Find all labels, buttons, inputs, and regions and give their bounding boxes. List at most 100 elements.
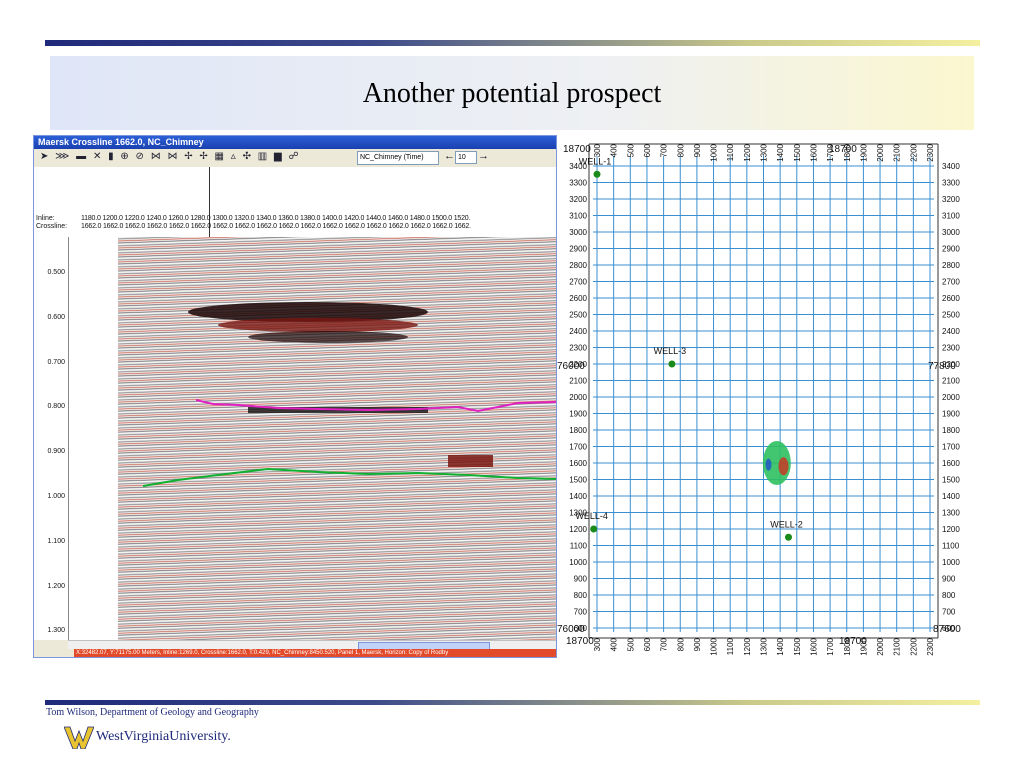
map-x-tick-bottom: 1100 [726, 637, 735, 655]
map-x-tick-top: 2300 [926, 143, 935, 161]
footer-text: Tom Wilson, Department of Geology and Ge… [46, 707, 259, 718]
map-y-tick-left: 2600 [569, 294, 587, 303]
map-x-tick-bottom: 1200 [743, 637, 752, 655]
seismic-overlay [142, 302, 556, 487]
inline-ticks: 1180.0 1200.0 1220.0 1240.0 1260.0 1280.… [81, 215, 471, 222]
seismic-window-title[interactable]: Maersk Crossline 1662.0, NC_Chimney [34, 136, 556, 149]
well-marker [784, 533, 792, 541]
well-label: WELL-3 [654, 346, 687, 356]
reflector-red [448, 455, 493, 467]
map-y-tick-left: 3300 [569, 179, 587, 188]
step-left-arrow-icon[interactable]: ← [444, 150, 455, 162]
map-y-tick-left: 2100 [569, 377, 587, 386]
step-right-arrow-icon[interactable]: → [478, 150, 489, 162]
toolbar-icons[interactable]: ➤ ⋙ ▬ ✕ ▮ ⊕ ⊘ ⋈ ⋈ ✢ ✢ ▦ ▵ ✣ ▥ ▆ ☍ [40, 151, 301, 162]
map-y-tick-left: 1700 [569, 443, 587, 452]
time-label: 0.900 [47, 448, 65, 456]
map-y-tick-right: 800 [942, 591, 956, 600]
map-y-tick-right: 3300 [942, 179, 960, 188]
map-x-tick-bottom: 300 [593, 637, 602, 651]
seismic-section[interactable] [118, 237, 556, 640]
time-label: 0.700 [47, 358, 65, 366]
map-y-tick-right: 2400 [942, 327, 960, 336]
map-y-tick-right: 2000 [942, 393, 960, 402]
horizon-lower-line [142, 467, 556, 487]
map-x-tick-top: 1100 [726, 143, 735, 161]
map-x-tick-top: 700 [660, 143, 669, 157]
attribute-select[interactable]: NC_Chimney (Time) [357, 151, 439, 165]
map-x-tick-top: 2000 [876, 143, 885, 161]
map-y-tick-left: 1800 [569, 426, 587, 435]
map-x-tick-bottom: 1400 [776, 637, 785, 655]
map-x-tick-top: 1300 [760, 143, 769, 161]
map-y-tick-left: 3000 [569, 228, 587, 237]
map-y-tick-right: 1300 [942, 509, 960, 518]
map-x-tick-top: 900 [693, 143, 702, 157]
status-bar: X:32482.07, Y:71175.00 Meters, Inline:12… [34, 649, 556, 657]
time-label: 0.800 [47, 403, 65, 411]
map-label-bottom-mid: 18700 [839, 636, 867, 647]
map-corner-bottom-left: 18700 [566, 636, 594, 647]
map-y-tick-right: 1500 [942, 476, 960, 485]
well-marker [590, 525, 598, 533]
prospect-anomaly-edge [765, 458, 772, 471]
seismic-body: 0.500 0.600 0.700 0.800 0.900 1.000 1.100 1.200… [34, 237, 556, 640]
top-accent-bar [45, 40, 980, 46]
map-x-tick-bottom: 2200 [909, 637, 918, 655]
step-input[interactable]: 10 [455, 151, 477, 164]
map-y-tick-right: 2700 [942, 278, 960, 287]
title-panel: Another potential prospect [50, 56, 974, 130]
map-x-tick-top: 500 [626, 143, 635, 157]
crossline-label: Crossline: [36, 223, 68, 230]
time-label: 0.500 [47, 269, 65, 276]
seismic-window: Maersk Crossline 1662.0, NC_Chimney ➤ ⋙ … [33, 135, 557, 658]
map-label-top-mid: 18700 [829, 144, 857, 155]
map-y-tick-left: 2000 [569, 393, 587, 402]
well-label: WELL-1 [579, 156, 612, 166]
map-y-tick-right: 2800 [942, 261, 960, 270]
map-x-tick-bottom: 1300 [760, 637, 769, 655]
map-x-tick-top: 1600 [809, 143, 818, 161]
map-x-tick-top: 1900 [859, 143, 868, 161]
wv-logo-icon [63, 726, 95, 750]
map-x-tick-bottom: 1000 [710, 637, 719, 655]
map-y-tick-left: 1500 [569, 476, 587, 485]
map-y-tick-right: 1100 [942, 542, 960, 551]
map-y-tick-left: 2300 [569, 344, 587, 353]
map-x-tick-top: 800 [676, 143, 685, 157]
map-y-tick-right: 1700 [942, 443, 960, 452]
map-y-tick-left: 2700 [569, 278, 587, 287]
wvu-logo-text: WestVirginiaUniversity. [96, 729, 231, 744]
map-x-tick-bottom: 1600 [809, 637, 818, 655]
map-x-tick-bottom: 2300 [926, 637, 935, 655]
map-x-tick-bottom: 2000 [876, 637, 885, 655]
map-y-tick-right: 2900 [942, 245, 960, 254]
inline-label: Inline: [36, 215, 55, 222]
map-x-tick-bottom: 1500 [793, 637, 802, 655]
map-y-tick-left: 1600 [569, 459, 587, 468]
map-y-tick-left: 1100 [570, 542, 588, 551]
map-y-tick-left: 1900 [569, 410, 587, 419]
map-y-tick-right: 3000 [942, 228, 960, 237]
map-y-tick-left: 2400 [569, 327, 587, 336]
time-label: 1.200 [47, 582, 65, 590]
map-y-tick-left: 1000 [569, 558, 587, 567]
map-y-tick-right: 3100 [942, 212, 960, 221]
map-y-tick-left: 3100 [569, 212, 587, 221]
map-y-tick-left: 700 [574, 608, 588, 617]
well-label: WELL-4 [575, 511, 608, 521]
map-x-tick-bottom: 600 [643, 637, 652, 651]
map-x-tick-top: 1400 [776, 143, 785, 161]
map-x-tick-top: 2100 [893, 143, 902, 161]
map-y-tick-left: 2900 [569, 245, 587, 254]
map-x-tick-bottom: 1700 [826, 637, 835, 655]
map-y-tick-right: 3400 [942, 162, 960, 171]
bright-spot-lower [248, 331, 408, 343]
base-map[interactable]: 3003004004005005006006007007008008009009… [557, 130, 968, 656]
map-y-tick-right: 700 [942, 608, 956, 617]
map-label-left-mid: 76000 [557, 361, 585, 372]
blank-column [69, 237, 118, 640]
time-label: 1.000 [47, 493, 65, 500]
map-y-tick-right: 1000 [942, 558, 960, 567]
map-label-left-bottom: 76000 [557, 624, 585, 635]
